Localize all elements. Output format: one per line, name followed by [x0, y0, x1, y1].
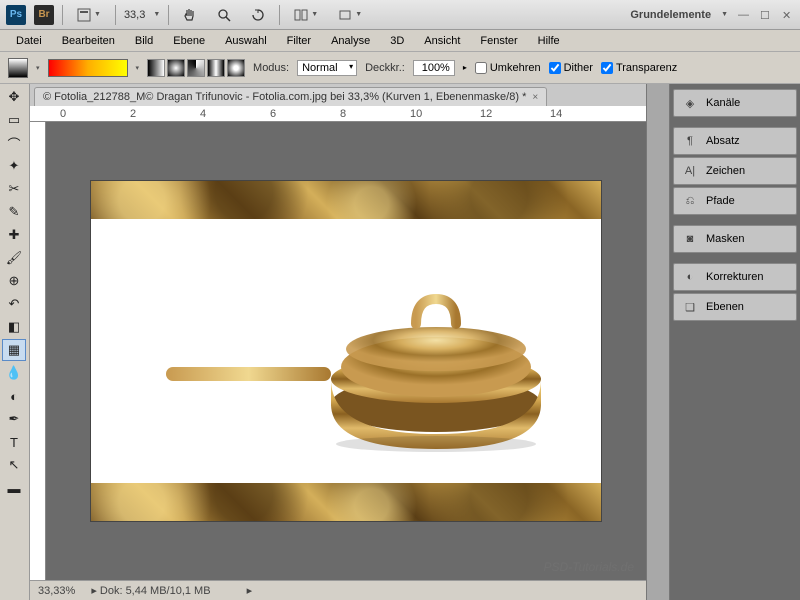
hand-tool-shortcut[interactable] — [177, 6, 203, 24]
close-icon[interactable]: ✕ — [782, 9, 794, 21]
collapsed-dock[interactable] — [646, 84, 670, 600]
options-bar: ▾ ▾ Modus: Normal Deckkr.: 100%▸ Umkehre… — [0, 52, 800, 84]
panel-kanaele[interactable]: ◈Kanäle — [673, 89, 797, 117]
panel-zeichen[interactable]: A|Zeichen — [673, 157, 797, 185]
ornamental-border-top — [91, 181, 601, 219]
type-tool[interactable]: T — [2, 431, 26, 453]
panel-masken[interactable]: ◙Masken — [673, 225, 797, 253]
menu-3d[interactable]: 3D — [382, 32, 412, 50]
channels-icon: ◈ — [682, 95, 698, 111]
eraser-tool[interactable]: ◧ — [2, 316, 26, 338]
golden-pan-image — [166, 249, 546, 469]
layers-icon: ❑ — [682, 299, 698, 315]
character-icon: A| — [682, 163, 698, 179]
modus-label: Modus: — [253, 62, 289, 74]
screen-mode-button[interactable]: ▼ — [332, 6, 368, 24]
menu-bild[interactable]: Bild — [127, 32, 161, 50]
lasso-tool[interactable]: ⌒ — [2, 132, 26, 154]
menu-fenster[interactable]: Fenster — [472, 32, 525, 50]
path-select-tool[interactable]: ↖ — [2, 454, 26, 476]
horizontal-ruler[interactable]: 0 2 4 6 8 10 12 14 — [30, 106, 646, 122]
heal-tool[interactable]: ✚ — [2, 224, 26, 246]
gradient-tool[interactable]: ▦ — [2, 339, 26, 361]
minimize-icon[interactable]: — — [738, 9, 750, 21]
dither-checkbox[interactable]: Dither — [549, 62, 593, 74]
document-canvas — [91, 181, 601, 521]
gradient-picker[interactable] — [48, 59, 128, 77]
gradient-type-group — [147, 59, 245, 77]
menu-bearbeiten[interactable]: Bearbeiten — [54, 32, 123, 50]
document-title: © Fotolia_212788_M© Dragan Trifunovic - … — [43, 91, 526, 103]
pen-tool[interactable]: ✒ — [2, 408, 26, 430]
adjustments-icon: ◐ — [682, 269, 698, 285]
crop-tool[interactable]: ✂ — [2, 178, 26, 200]
blur-tool[interactable]: 💧 — [2, 362, 26, 384]
menu-bar: Datei Bearbeiten Bild Ebene Auswahl Filt… — [0, 30, 800, 52]
pan-handle — [166, 367, 331, 381]
menu-datei[interactable]: Datei — [8, 32, 50, 50]
document-tab-bar: © Fotolia_212788_M© Dragan Trifunovic - … — [30, 84, 646, 106]
bridge-icon[interactable]: Br — [34, 5, 54, 25]
shape-tool[interactable]: ▬ — [2, 477, 26, 499]
paths-icon: ⎌ — [682, 193, 698, 209]
watermark-text: PSD-Tutorials.de — [544, 560, 634, 574]
linear-gradient-button[interactable] — [147, 59, 165, 77]
canvas-viewport[interactable]: PSD-Tutorials.de — [46, 122, 646, 580]
application-bar: Ps Br ▼ 33,3▼ ▼ ▼ Grundelemente▼ — ☐ ✕ — [0, 0, 800, 30]
reflected-gradient-button[interactable] — [207, 59, 225, 77]
brush-tool[interactable]: 🖌 — [2, 247, 26, 269]
history-brush-tool[interactable]: ↶ — [2, 293, 26, 315]
lid-handle — [416, 299, 456, 324]
wand-tool[interactable]: ✦ — [2, 155, 26, 177]
tab-close-icon[interactable]: × — [532, 92, 538, 103]
opacity-input[interactable]: 100% — [413, 60, 455, 76]
status-zoom[interactable]: 33,33% — [38, 585, 75, 597]
angle-gradient-button[interactable] — [187, 59, 205, 77]
masks-icon: ◙ — [682, 231, 698, 247]
menu-filter[interactable]: Filter — [279, 32, 319, 50]
panel-korrekturen[interactable]: ◐Korrekturen — [673, 263, 797, 291]
menu-ebene[interactable]: Ebene — [165, 32, 213, 50]
blend-mode-select[interactable]: Normal — [297, 60, 357, 76]
menu-ansicht[interactable]: Ansicht — [416, 32, 468, 50]
zoom-tool-shortcut[interactable] — [211, 6, 237, 24]
transparency-checkbox[interactable]: Transparenz — [601, 62, 677, 74]
document-tab[interactable]: © Fotolia_212788_M© Dragan Trifunovic - … — [34, 87, 547, 106]
marquee-tool[interactable]: ▭ — [2, 109, 26, 131]
workspace-switcher[interactable]: Grundelemente — [630, 9, 711, 21]
reverse-checkbox[interactable]: Umkehren — [475, 62, 541, 74]
move-tool[interactable]: ✥ — [2, 86, 26, 108]
radial-gradient-button[interactable] — [167, 59, 185, 77]
menu-analyse[interactable]: Analyse — [323, 32, 378, 50]
arrange-documents-button[interactable]: ▼ — [288, 6, 324, 24]
vertical-ruler[interactable] — [30, 122, 46, 580]
eyedropper-tool[interactable]: ✎ — [2, 201, 26, 223]
photoshop-icon[interactable]: Ps — [6, 5, 26, 25]
status-bar: 33,33% ▸ Dok: 5,44 MB/10,1 MB ▸ — [30, 580, 646, 600]
status-arrow-icon[interactable]: ▸ — [247, 584, 253, 597]
view-extras-button[interactable]: ▼ — [71, 6, 107, 24]
menu-hilfe[interactable]: Hilfe — [530, 32, 568, 50]
ornamental-border-bottom — [91, 483, 601, 521]
dodge-tool[interactable]: ◐ — [2, 385, 26, 407]
rotate-view-shortcut[interactable] — [245, 6, 271, 24]
panels-dock: ◈Kanäle ¶Absatz A|Zeichen ⎌Pfade ◙Masken… — [670, 84, 800, 600]
tools-panel: ✥ ▭ ⌒ ✦ ✂ ✎ ✚ 🖌 ⊕ ↶ ◧ ▦ 💧 ◐ ✒ T ↖ ▬ — [0, 84, 30, 600]
paragraph-icon: ¶ — [682, 133, 698, 149]
photoshop-window: Ps Br ▼ 33,3▼ ▼ ▼ Grundelemente▼ — ☐ ✕ D… — [0, 0, 800, 600]
diamond-gradient-button[interactable] — [227, 59, 245, 77]
panel-pfade[interactable]: ⎌Pfade — [673, 187, 797, 215]
status-doc-size[interactable]: ▸ Dok: 5,44 MB/10,1 MB — [91, 584, 210, 597]
maximize-icon[interactable]: ☐ — [760, 9, 772, 21]
tool-preset[interactable] — [8, 58, 28, 78]
menu-auswahl[interactable]: Auswahl — [217, 32, 275, 50]
opacity-label: Deckkr.: — [365, 62, 405, 74]
panel-ebenen[interactable]: ❑Ebenen — [673, 293, 797, 321]
stamp-tool[interactable]: ⊕ — [2, 270, 26, 292]
zoom-level[interactable]: 33,3 — [124, 9, 145, 21]
panel-absatz[interactable]: ¶Absatz — [673, 127, 797, 155]
